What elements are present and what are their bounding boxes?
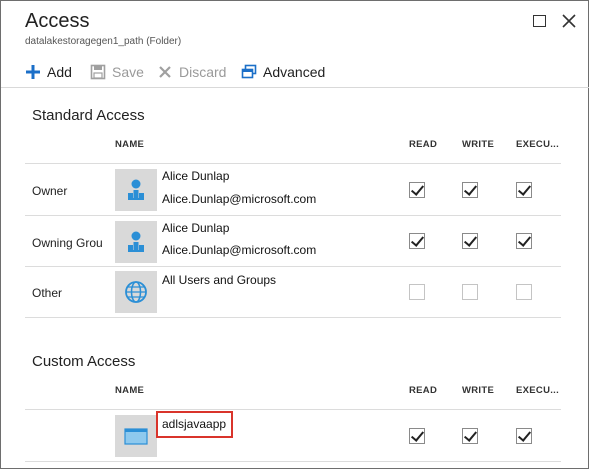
globe-icon xyxy=(115,271,157,313)
save-label: Save xyxy=(112,64,144,80)
row-email-owning-group: Alice.Dunlap@microsoft.com xyxy=(162,243,317,257)
column-header-name: NAME xyxy=(115,385,145,396)
row-divider xyxy=(25,461,561,462)
column-header-read: READ xyxy=(409,385,438,396)
discard-button[interactable]: Discard xyxy=(157,63,226,81)
maximize-icon[interactable] xyxy=(533,15,546,27)
panel-subtitle: datalakestoragegen1_path (Folder) xyxy=(25,36,182,47)
other-read-checkbox[interactable] xyxy=(409,284,425,300)
column-header-read: READ xyxy=(409,139,438,150)
toolbar-divider xyxy=(1,87,589,88)
row-name-other: All Users and Groups xyxy=(162,273,277,287)
owning-group-read-checkbox[interactable] xyxy=(409,233,425,249)
standard-access-title: Standard Access xyxy=(32,107,145,124)
column-header-write: WRITE xyxy=(462,385,495,396)
owner-write-checkbox[interactable] xyxy=(462,182,478,198)
highlight-box xyxy=(156,411,233,438)
advanced-icon xyxy=(241,64,257,80)
row-divider xyxy=(25,215,561,216)
discard-icon xyxy=(157,64,173,80)
custom-app-read-checkbox[interactable] xyxy=(409,428,425,444)
row-name-owner: Alice Dunlap xyxy=(162,169,230,183)
app-icon xyxy=(115,415,157,457)
close-icon[interactable] xyxy=(561,12,577,30)
user-icon xyxy=(115,169,157,211)
row-name-owning-group: Alice Dunlap xyxy=(162,221,230,235)
column-header-execute: EXECU... xyxy=(516,385,560,396)
add-label: Add xyxy=(47,64,72,80)
row-label-owning-group: Owning Grou xyxy=(32,236,103,250)
custom-app-execute-checkbox[interactable] xyxy=(516,428,532,444)
panel-title: Access xyxy=(25,10,90,32)
plus-icon xyxy=(25,64,41,80)
row-label-owner: Owner xyxy=(32,184,68,198)
advanced-button[interactable]: Advanced xyxy=(241,63,325,81)
owning-group-execute-checkbox[interactable] xyxy=(516,233,532,249)
add-button[interactable]: Add xyxy=(25,63,72,81)
header-divider xyxy=(25,409,561,410)
column-header-write: WRITE xyxy=(462,139,495,150)
user-icon xyxy=(115,221,157,263)
access-panel: Access datalakestoragegen1_path (Folder)… xyxy=(0,0,589,469)
other-execute-checkbox[interactable] xyxy=(516,284,532,300)
column-header-execute: EXECU... xyxy=(516,139,560,150)
owning-group-write-checkbox[interactable] xyxy=(462,233,478,249)
header-divider xyxy=(25,163,561,164)
custom-access-title: Custom Access xyxy=(32,353,136,370)
custom-app-write-checkbox[interactable] xyxy=(462,428,478,444)
column-header-name: NAME xyxy=(115,139,145,150)
row-divider xyxy=(25,317,561,318)
save-button[interactable]: Save xyxy=(90,63,144,81)
toolbar: Add Save Discard Advanced xyxy=(1,57,589,87)
discard-label: Discard xyxy=(179,64,227,80)
other-write-checkbox[interactable] xyxy=(462,284,478,300)
row-email-owner: Alice.Dunlap@microsoft.com xyxy=(162,192,317,206)
row-label-other: Other xyxy=(32,286,63,300)
save-icon xyxy=(90,64,106,80)
owner-read-checkbox[interactable] xyxy=(409,182,425,198)
owner-execute-checkbox[interactable] xyxy=(516,182,532,198)
row-divider xyxy=(25,266,561,267)
advanced-label: Advanced xyxy=(263,64,326,80)
